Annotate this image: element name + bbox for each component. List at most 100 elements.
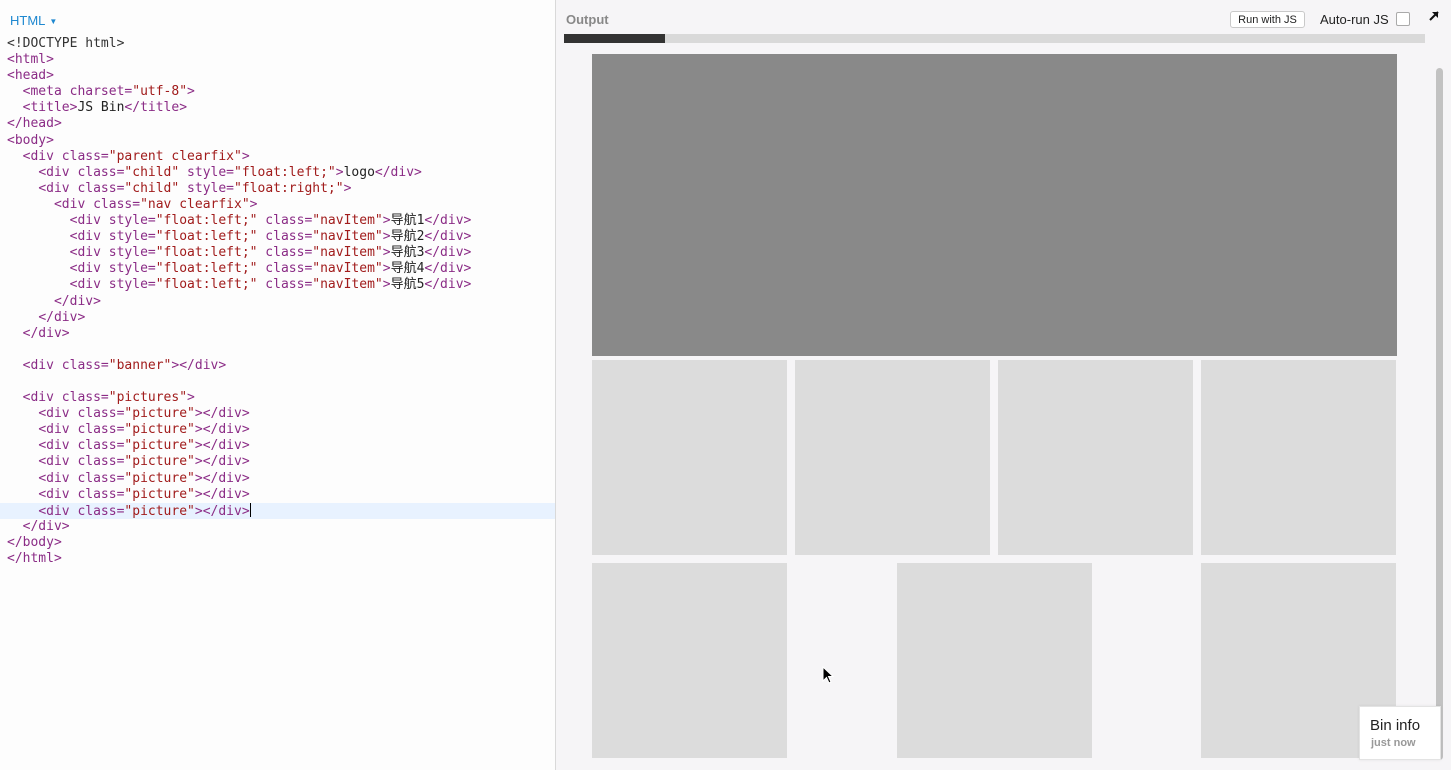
code-line[interactable]: <div style="float:left;" class="navItem"… — [0, 277, 555, 293]
code-line[interactable]: <div style="float:left;" class="navItem"… — [0, 261, 555, 277]
code-token: <head> — [7, 68, 54, 84]
code-line[interactable]: <title>JS Bin</title> — [0, 100, 555, 116]
code-line[interactable]: <div class="banner"></div> — [0, 358, 555, 374]
code-line[interactable]: </head> — [0, 116, 555, 132]
code-line[interactable]: <div class="picture"></div> — [0, 438, 555, 454]
code-line[interactable]: <div class="child" style="float:left;">l… — [0, 165, 555, 181]
code-token: class= — [257, 261, 313, 277]
code-token: <title> — [22, 100, 78, 116]
autorun-checkbox[interactable] — [1396, 12, 1410, 26]
picture-block — [998, 360, 1193, 555]
code-token: </div> — [424, 213, 472, 229]
code-token: > — [187, 84, 195, 100]
code-line[interactable]: </div> — [0, 294, 555, 310]
code-line[interactable]: <div class="picture"></div> — [0, 422, 555, 438]
code-token: class= — [93, 196, 141, 212]
code-token: > — [382, 261, 391, 277]
code-token: > — [382, 245, 391, 261]
code-token: class= — [61, 357, 109, 373]
code-line[interactable]: <div style="float:left;" class="navItem"… — [0, 229, 555, 245]
code-line[interactable]: <div class="nav clearfix"> — [0, 197, 555, 213]
html-panel-dropdown[interactable]: HTML ▼ — [10, 11, 57, 29]
text-cursor — [249, 502, 251, 517]
code-line[interactable]: <meta charset="utf-8"> — [0, 84, 555, 100]
code-line[interactable]: <div class="picture"></div> — [0, 471, 555, 487]
code-editor[interactable]: <!DOCTYPE html> <html> <head> <meta charse… — [0, 36, 555, 567]
code-line[interactable] — [0, 374, 555, 390]
code-line[interactable]: <div class="picture"></div> — [0, 406, 555, 422]
code-line[interactable]: </html> — [0, 551, 555, 567]
code-token: </head> — [7, 116, 62, 132]
code-token: <div — [22, 357, 62, 373]
picture-block — [1201, 360, 1396, 555]
code-token: class= — [77, 164, 125, 180]
code-token: class= — [61, 390, 109, 406]
code-token: <div — [38, 406, 78, 422]
code-line[interactable]: <!DOCTYPE html> — [0, 36, 555, 52]
code-token: class= — [257, 229, 313, 245]
code-token: <div — [69, 245, 109, 261]
code-token: style= — [179, 180, 235, 196]
code-token: "utf-8" — [132, 84, 188, 100]
code-line[interactable] — [0, 342, 555, 358]
code-token: class= — [257, 213, 313, 229]
code-token: "banner" — [108, 357, 172, 373]
code-line[interactable]: <head> — [0, 68, 555, 84]
chevron-down-icon: ▼ — [49, 16, 58, 26]
code-line[interactable]: <html> — [0, 52, 555, 68]
code-token: "navItem" — [312, 213, 383, 229]
code-token: 导航5 — [390, 277, 425, 293]
code-token: style= — [108, 213, 156, 229]
code-line[interactable]: <div class="picture"></div> — [0, 487, 555, 503]
code-token: style= — [108, 261, 156, 277]
code-line[interactable]: <div class="pictures"> — [0, 390, 555, 406]
code-line[interactable]: <div style="float:left;" class="navItem"… — [0, 213, 555, 229]
code-line[interactable]: <div class="parent clearfix"> — [0, 149, 555, 165]
bin-info-title: Bin info — [1370, 717, 1421, 734]
code-token: "picture" — [124, 470, 195, 486]
banner-block — [592, 54, 1397, 356]
code-token: </title> — [124, 100, 188, 116]
code-token: <div — [38, 180, 78, 196]
code-line[interactable]: <div class="child" style="float:right;"> — [0, 181, 555, 197]
code-token: ></div> — [194, 470, 250, 486]
output-scrollbar[interactable] — [1436, 68, 1443, 760]
code-line[interactable]: <div class="picture"></div> — [0, 454, 555, 470]
code-token: <div — [69, 213, 109, 229]
code-token: "parent clearfix" — [108, 148, 242, 164]
code-token: JS Bin — [77, 100, 125, 116]
bin-info-badge[interactable]: Bin info just now — [1359, 706, 1441, 760]
code-line[interactable]: </div> — [0, 310, 555, 326]
code-line[interactable]: </div> — [0, 519, 555, 535]
code-token: <div — [38, 422, 78, 438]
code-token: "float:right;" — [234, 180, 344, 196]
code-line[interactable]: <div style="float:left;" class="navItem"… — [0, 245, 555, 261]
code-token: <div — [22, 148, 62, 164]
run-with-js-button[interactable]: Run with JS — [1230, 11, 1305, 28]
code-token: > — [382, 213, 391, 229]
code-line[interactable]: </body> — [0, 535, 555, 551]
code-token: ></div> — [194, 486, 250, 502]
code-token: </div> — [38, 309, 86, 325]
code-token: "navItem" — [312, 229, 383, 245]
code-line[interactable]: <div class="picture"></div> — [0, 502, 555, 519]
code-line[interactable]: <body> — [0, 133, 555, 149]
code-token: <div — [38, 470, 78, 486]
code-token: > — [382, 277, 391, 293]
code-token: logo — [343, 164, 375, 180]
code-token: class= — [77, 180, 125, 196]
html-editor-panel[interactable]: HTML ▼ <!DOCTYPE html> <html> <head> <meta… — [0, 0, 556, 770]
bin-info-timestamp: just now — [1371, 737, 1416, 749]
code-token: > — [343, 180, 352, 196]
code-line[interactable]: </div> — [0, 326, 555, 342]
arrow-up-right-icon[interactable] — [1426, 8, 1442, 24]
